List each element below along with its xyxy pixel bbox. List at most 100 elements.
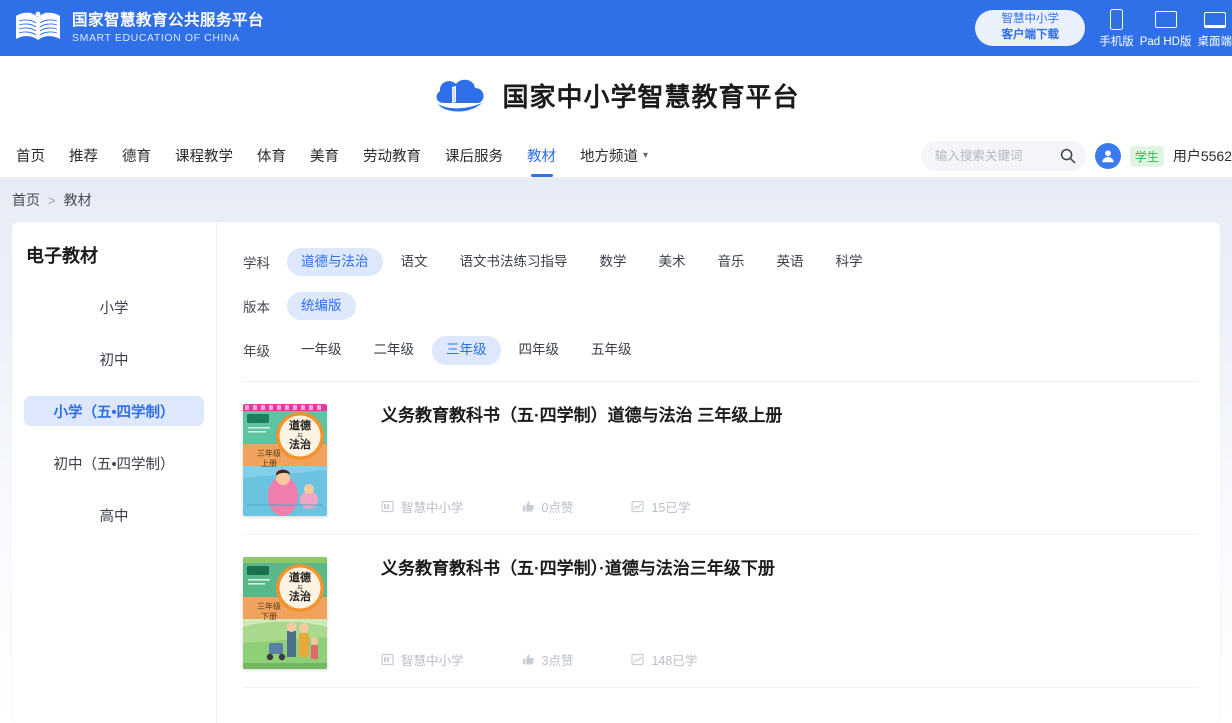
phone-icon — [1109, 8, 1123, 32]
search-input[interactable] — [934, 149, 1054, 163]
brand[interactable]: 国家智慧教育公共服务平台 SMART EDUCATION OF CHINA — [14, 8, 264, 48]
grade-chips: 一年级 二年级 三年级 四年级 五年级 — [287, 336, 646, 365]
nav-label: 德育 — [122, 149, 151, 165]
user-avatar-icon[interactable] — [1094, 143, 1121, 169]
platform-title: 国家中小学智慧教育平台 — [502, 81, 800, 112]
chip-grade-2[interactable]: 二年级 — [360, 336, 429, 364]
sidebar-item-junior[interactable]: 初中 — [24, 344, 204, 374]
breadcrumb: 首页 > 教材 — [12, 178, 1220, 222]
filter-row-subject: 学科 道德与法治 语文 语文书法练习指导 数学 美术 音乐 英语 科学 — [243, 248, 1198, 277]
breadcrumb-home[interactable]: 首页 — [12, 190, 40, 210]
device-link-pad[interactable]: Pad HD版 — [1140, 8, 1192, 49]
chip-grade-4[interactable]: 四年级 — [505, 336, 574, 364]
nav-label: 美育 — [310, 149, 339, 165]
top-bar-right: 智慧中小学 客户端下载 手机版 Pad HD版 桌面端 — [975, 0, 1232, 56]
brand-title-cn: 国家智慧教育公共服务平台 — [72, 12, 265, 30]
open-book-icon — [14, 8, 62, 48]
nav-item-textbooks[interactable]: 教材 — [515, 134, 568, 178]
book-source: 智慧中小学 — [381, 650, 464, 669]
nav-label: 劳动教育 — [363, 149, 421, 165]
nav-item-recommend[interactable]: 推荐 — [57, 134, 110, 178]
chip-grade-5[interactable]: 五年级 — [577, 336, 646, 364]
sidebar-item-label: 小学（五•四学制） — [53, 404, 175, 421]
version-chips: 统编版 — [287, 292, 356, 321]
platform-logo-band: 国家中小学智慧教育平台 — [0, 56, 1232, 134]
cloud-book-logo-icon — [432, 73, 490, 117]
search-icon[interactable] — [1060, 148, 1076, 164]
nav-label: 地方频道 — [580, 149, 638, 165]
chip-grade-3[interactable]: 三年级 — [432, 336, 501, 365]
book-source-icon — [381, 500, 394, 513]
chip-grade-1[interactable]: 一年级 — [287, 336, 356, 364]
nav-item-moral-education[interactable]: 德育 — [110, 134, 163, 178]
nav-item-local-channel[interactable]: 地方频道 ▾ — [568, 134, 660, 178]
chip-subject-science[interactable]: 科学 — [822, 248, 877, 276]
sidebar-item-primary[interactable]: 小学 — [24, 292, 204, 322]
nav-item-labor-education[interactable]: 劳动教育 — [351, 134, 433, 178]
nav-item-aesthetic-education[interactable]: 美育 — [298, 134, 351, 178]
chip-subject-chinese[interactable]: 语文 — [387, 248, 442, 276]
chip-subject-music[interactable]: 音乐 — [704, 248, 759, 276]
chip-subject-math[interactable]: 数学 — [586, 248, 641, 276]
book-title[interactable]: 义务教育教科书（五·四学制）道德与法治 三年级上册 — [381, 404, 1198, 428]
filter-row-version: 版本 统编版 — [243, 292, 1198, 321]
chip-version-unified[interactable]: 统编版 — [287, 292, 356, 321]
subject-chips: 道德与法治 语文 语文书法练习指导 数学 美术 音乐 英语 科学 — [287, 248, 877, 277]
page-body: 首页 > 教材 电子教材 小学 初中 小学（五•四学制） 初中（五•四学制） 高… — [0, 178, 1232, 723]
book-likes-text: 3点赞 — [541, 653, 574, 668]
book-likes: 3点赞 — [522, 650, 574, 669]
sidebar-item-label: 小学 — [99, 300, 129, 317]
client-download-button[interactable]: 智慧中小学 客户端下载 — [975, 10, 1086, 46]
book-studied-text: 15已学 — [651, 500, 691, 515]
chip-subject-art[interactable]: 美术 — [645, 248, 700, 276]
device-link-desktop[interactable]: 桌面端 — [1198, 8, 1232, 49]
chevron-down-icon: ▾ — [643, 150, 649, 161]
thumbs-up-icon — [522, 500, 535, 513]
download-line2: 客户端下载 — [1001, 29, 1059, 41]
desktop-icon — [1203, 8, 1226, 32]
book-list-item[interactable]: 道德 与 法治 三年级 下册 义务教育教科书（五·四学制）·道德与法治三年级下册… — [243, 535, 1198, 688]
book-info: 义务教育教科书（五·四学制）·道德与法治三年级下册 智慧中小学 3点赞 148已… — [381, 557, 1198, 669]
breadcrumb-current: 教材 — [63, 192, 92, 208]
user-name[interactable]: 用户5562 — [1173, 146, 1232, 166]
nav-right-cluster: 学生 用户5562 — [920, 134, 1232, 178]
svg-text:道德: 道德 — [289, 570, 311, 584]
book-info: 义务教育教科书（五·四学制）道德与法治 三年级上册 智慧中小学 0点赞 15已学 — [381, 404, 1198, 516]
nav-item-home[interactable]: 首页 — [4, 134, 57, 178]
nav-item-after-school-service[interactable]: 课后服务 — [433, 134, 515, 178]
brand-title-en: SMART EDUCATION OF CHINA — [72, 31, 240, 44]
nav-label: 教材 — [527, 149, 556, 165]
book-cover-thumbnail[interactable]: 道德 与 法治 三年级 下册 — [243, 556, 327, 669]
book-title[interactable]: 义务教育教科书（五·四学制）·道德与法治三年级下册 — [381, 557, 1198, 581]
filter-label-grade: 年级 — [243, 344, 270, 360]
filter-label-version: 版本 — [243, 300, 270, 316]
download-line1: 智慧中小学 — [1001, 13, 1059, 26]
chip-subject-english[interactable]: 英语 — [763, 248, 818, 276]
svg-text:三年级: 三年级 — [257, 448, 281, 458]
book-likes-text: 0点赞 — [541, 500, 574, 515]
sidebar-title: 电子教材 — [26, 246, 98, 266]
nav-item-course-teaching[interactable]: 课程教学 — [163, 134, 245, 178]
sidebar-item-label: 初中（五•四学制） — [53, 456, 175, 473]
book-list-item[interactable]: 道德 与 法治 三年级 上册 义务教育教科书（五·四学制）道德与法治 三年级上册… — [243, 382, 1198, 535]
book-cover-thumbnail[interactable]: 道德 与 法治 三年级 上册 — [243, 403, 327, 516]
nav-item-physical-education[interactable]: 体育 — [245, 134, 298, 178]
sidebar-item-senior[interactable]: 高中 — [24, 500, 204, 530]
svg-text:三年级: 三年级 — [257, 601, 281, 611]
thumbs-up-icon — [522, 653, 535, 666]
main-nav: 首页 推荐 德育 课程教学 体育 美育 劳动教育 课后服务 教材 地方频道 ▾ … — [0, 134, 1232, 178]
chip-subject-morality-law[interactable]: 道德与法治 — [287, 248, 383, 277]
book-meta: 智慧中小学 3点赞 148已学 — [381, 650, 1198, 669]
device-links: 手机版 Pad HD版 桌面端 — [1099, 8, 1232, 49]
user-role-badge: 学生 — [1129, 145, 1164, 167]
sidebar-item-junior-54[interactable]: 初中（五•四学制） — [24, 448, 204, 478]
chip-subject-calligraphy[interactable]: 语文书法练习指导 — [446, 248, 582, 276]
filter-label-subject: 学科 — [243, 256, 270, 272]
device-link-phone[interactable]: 手机版 — [1099, 8, 1134, 49]
sidebar-item-primary-54[interactable]: 小学（五•四学制） — [24, 396, 204, 426]
search-box[interactable] — [920, 141, 1086, 171]
svg-text:道德: 道德 — [289, 418, 311, 432]
book-source: 智慧中小学 — [381, 497, 464, 516]
tablet-icon — [1154, 8, 1177, 32]
nav-label: 课程教学 — [175, 149, 233, 165]
